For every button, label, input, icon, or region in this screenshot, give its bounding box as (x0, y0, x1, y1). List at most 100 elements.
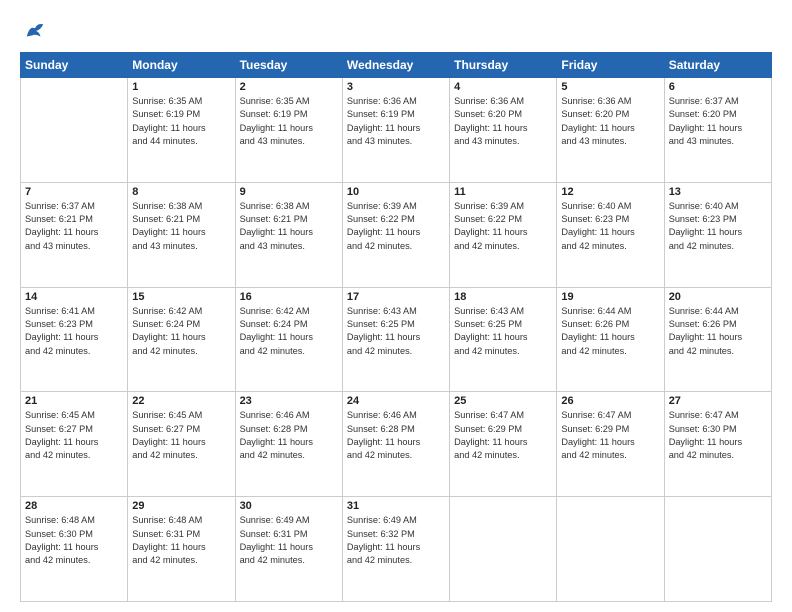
week-row-5: 28Sunrise: 6:48 AMSunset: 6:30 PMDayligh… (21, 497, 772, 602)
calendar-cell (664, 497, 771, 602)
calendar-cell: 26Sunrise: 6:47 AMSunset: 6:29 PMDayligh… (557, 392, 664, 497)
calendar-cell: 11Sunrise: 6:39 AMSunset: 6:22 PMDayligh… (450, 182, 557, 287)
cell-info: Sunrise: 6:44 AMSunset: 6:26 PMDaylight:… (561, 305, 659, 358)
calendar-cell: 17 Sunrise: 6:43 AMSunset: 6:25 PMDayligh… (342, 287, 449, 392)
day-number: 15 (132, 291, 230, 303)
calendar-cell: 9 Sunrise: 6:38 AMSunset: 6:21 PMDaylight… (235, 182, 342, 287)
calendar-cell: 12 Sunrise: 6:40 AMSunset: 6:23 PMDayligh… (557, 182, 664, 287)
cell-info: Sunrise: 6:35 AMSunset: 6:19 PMDaylight:… (132, 95, 230, 148)
calendar-cell (557, 497, 664, 602)
cell-info: Sunrise: 6:38 AMSunset: 6:21 PMDaylight:… (240, 200, 338, 253)
calendar-cell: 18Sunrise: 6:43 AMSunset: 6:25 PMDayligh… (450, 287, 557, 392)
day-number: 1 (132, 81, 230, 93)
logo-bird-icon (24, 20, 46, 42)
day-number: 26 (561, 395, 659, 407)
day-number: 4 (454, 81, 552, 93)
cell-info: Sunrise: 6:40 AMSunset: 6:23 PMDaylight:… (561, 200, 659, 253)
calendar-cell: 24 Sunrise: 6:46 AMSunset: 6:28 PMDayligh… (342, 392, 449, 497)
calendar-cell: 23 Sunrise: 6:46 AMSunset: 6:28 PMDayligh… (235, 392, 342, 497)
calendar-cell: 2Sunrise: 6:35 AMSunset: 6:19 PMDaylight… (235, 78, 342, 183)
calendar-cell: 20Sunrise: 6:44 AMSunset: 6:26 PMDayligh… (664, 287, 771, 392)
calendar-cell: 3 Sunrise: 6:36 AMSunset: 6:19 PMDaylight… (342, 78, 449, 183)
day-number: 17 (347, 291, 445, 303)
day-number: 8 (132, 186, 230, 198)
day-number: 14 (25, 291, 123, 303)
calendar-header-row: SundayMondayTuesdayWednesdayThursdayFrid… (21, 53, 772, 78)
header (20, 18, 772, 42)
cell-info: Sunrise: 6:49 AMSunset: 6:32 PMDaylight:… (347, 514, 445, 567)
calendar-cell: 13 Sunrise: 6:40 AMSunset: 6:23 PMDayligh… (664, 182, 771, 287)
cell-info: Sunrise: 6:48 AMSunset: 6:31 PMDaylight:… (132, 514, 230, 567)
col-header-monday: Monday (128, 53, 235, 78)
cell-info: Sunrise: 6:40 AMSunset: 6:23 PMDaylight:… (669, 200, 767, 253)
day-number: 6 (669, 81, 767, 93)
calendar-cell (450, 497, 557, 602)
day-number: 31 (347, 500, 445, 512)
day-number: 23 (240, 395, 338, 407)
cell-info: Sunrise: 6:36 AMSunset: 6:20 PMDaylight:… (454, 95, 552, 148)
cell-info: Sunrise: 6:47 AMSunset: 6:29 PMDaylight:… (454, 409, 552, 462)
cell-info: Sunrise: 6:37 AMSunset: 6:21 PMDaylight:… (25, 200, 123, 253)
cell-info: Sunrise: 6:36 AMSunset: 6:20 PMDaylight:… (561, 95, 659, 148)
day-number: 16 (240, 291, 338, 303)
calendar-body: 1 Sunrise: 6:35 AMSunset: 6:19 PMDaylight… (21, 78, 772, 602)
calendar-cell: 27 Sunrise: 6:47 AMSunset: 6:30 PMDayligh… (664, 392, 771, 497)
col-header-saturday: Saturday (664, 53, 771, 78)
calendar-table: SundayMondayTuesdayWednesdayThursdayFrid… (20, 52, 772, 602)
cell-info: Sunrise: 6:47 AMSunset: 6:30 PMDaylight:… (669, 409, 767, 462)
cell-info: Sunrise: 6:37 AMSunset: 6:20 PMDaylight:… (669, 95, 767, 148)
day-number: 30 (240, 500, 338, 512)
calendar-cell: 16 Sunrise: 6:42 AMSunset: 6:24 PMDayligh… (235, 287, 342, 392)
calendar-cell: 30 Sunrise: 6:49 AMSunset: 6:31 PMDayligh… (235, 497, 342, 602)
day-number: 25 (454, 395, 552, 407)
day-number: 19 (561, 291, 659, 303)
cell-info: Sunrise: 6:36 AMSunset: 6:19 PMDaylight:… (347, 95, 445, 148)
calendar-cell: 29 Sunrise: 6:48 AMSunset: 6:31 PMDayligh… (128, 497, 235, 602)
day-number: 12 (561, 186, 659, 198)
day-number: 22 (132, 395, 230, 407)
cell-info: Sunrise: 6:41 AMSunset: 6:23 PMDaylight:… (25, 305, 123, 358)
calendar-cell: 19 Sunrise: 6:44 AMSunset: 6:26 PMDayligh… (557, 287, 664, 392)
day-number: 18 (454, 291, 552, 303)
calendar-cell: 31 Sunrise: 6:49 AMSunset: 6:32 PMDayligh… (342, 497, 449, 602)
cell-info: Sunrise: 6:38 AMSunset: 6:21 PMDaylight:… (132, 200, 230, 253)
week-row-4: 21 Sunrise: 6:45 AMSunset: 6:27 PMDayligh… (21, 392, 772, 497)
col-header-thursday: Thursday (450, 53, 557, 78)
day-number: 3 (347, 81, 445, 93)
calendar-cell: 1 Sunrise: 6:35 AMSunset: 6:19 PMDaylight… (128, 78, 235, 183)
cell-info: Sunrise: 6:42 AMSunset: 6:24 PMDaylight:… (132, 305, 230, 358)
col-header-tuesday: Tuesday (235, 53, 342, 78)
cell-info: Sunrise: 6:46 AMSunset: 6:28 PMDaylight:… (240, 409, 338, 462)
day-number: 9 (240, 186, 338, 198)
cell-info: Sunrise: 6:42 AMSunset: 6:24 PMDaylight:… (240, 305, 338, 358)
cell-info: Sunrise: 6:45 AMSunset: 6:27 PMDaylight:… (25, 409, 123, 462)
day-number: 29 (132, 500, 230, 512)
week-row-3: 14 Sunrise: 6:41 AMSunset: 6:23 PMDayligh… (21, 287, 772, 392)
day-number: 13 (669, 186, 767, 198)
cell-info: Sunrise: 6:39 AMSunset: 6:22 PMDaylight:… (347, 200, 445, 253)
day-number: 28 (25, 500, 123, 512)
cell-info: Sunrise: 6:43 AMSunset: 6:25 PMDaylight:… (347, 305, 445, 358)
cell-info: Sunrise: 6:39 AMSunset: 6:22 PMDaylight:… (454, 200, 552, 253)
calendar-cell (21, 78, 128, 183)
week-row-1: 1 Sunrise: 6:35 AMSunset: 6:19 PMDaylight… (21, 78, 772, 183)
calendar-cell: 7 Sunrise: 6:37 AMSunset: 6:21 PMDaylight… (21, 182, 128, 287)
cell-info: Sunrise: 6:45 AMSunset: 6:27 PMDaylight:… (132, 409, 230, 462)
week-row-2: 7 Sunrise: 6:37 AMSunset: 6:21 PMDaylight… (21, 182, 772, 287)
day-number: 7 (25, 186, 123, 198)
calendar-cell: 21 Sunrise: 6:45 AMSunset: 6:27 PMDayligh… (21, 392, 128, 497)
day-number: 20 (669, 291, 767, 303)
day-number: 21 (25, 395, 123, 407)
day-number: 2 (240, 81, 338, 93)
calendar-cell: 28Sunrise: 6:48 AMSunset: 6:30 PMDayligh… (21, 497, 128, 602)
page: SundayMondayTuesdayWednesdayThursdayFrid… (0, 0, 792, 612)
cell-info: Sunrise: 6:46 AMSunset: 6:28 PMDaylight:… (347, 409, 445, 462)
day-number: 24 (347, 395, 445, 407)
cell-info: Sunrise: 6:49 AMSunset: 6:31 PMDaylight:… (240, 514, 338, 567)
calendar-cell: 25 Sunrise: 6:47 AMSunset: 6:29 PMDayligh… (450, 392, 557, 497)
calendar-cell: 6 Sunrise: 6:37 AMSunset: 6:20 PMDaylight… (664, 78, 771, 183)
calendar-cell: 5Sunrise: 6:36 AMSunset: 6:20 PMDaylight… (557, 78, 664, 183)
calendar-cell: 22 Sunrise: 6:45 AMSunset: 6:27 PMDayligh… (128, 392, 235, 497)
day-number: 27 (669, 395, 767, 407)
col-header-sunday: Sunday (21, 53, 128, 78)
